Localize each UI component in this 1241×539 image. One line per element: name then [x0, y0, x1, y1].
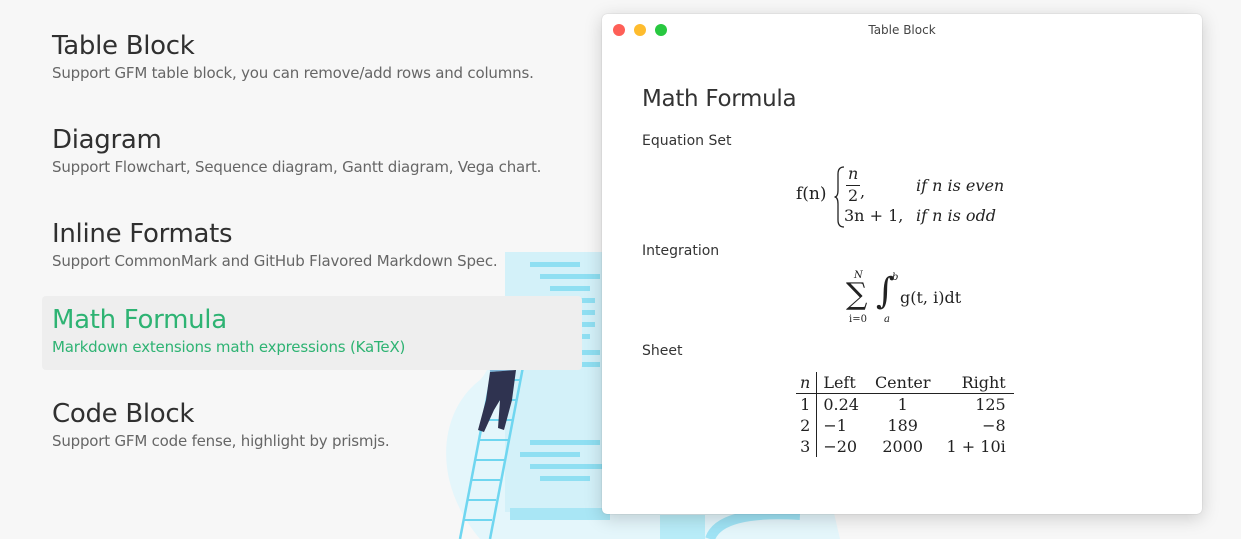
table-cell: 2000 — [882, 437, 924, 456]
integration-formula: N ∑ i=0 ∫ b a g(t, i)dt — [846, 270, 986, 336]
table-cell: 1 — [796, 393, 818, 415]
case1-numerator: n — [848, 164, 859, 183]
case2-condition: if n is odd — [916, 206, 997, 225]
feature-title: Table Block — [52, 31, 195, 61]
preview-window: Table Block Math Formula Equation Set f(… — [602, 14, 1202, 514]
feature-title: Diagram — [52, 125, 162, 155]
table-cell: 1 + 10i — [946, 437, 1006, 456]
sheet-label: Sheet — [642, 343, 683, 359]
table-cell: −20 — [823, 437, 858, 456]
table-row: 2 −1 189 −8 — [796, 415, 1014, 436]
feature-item-table-block[interactable]: Table Block Support GFM table block, you… — [42, 22, 582, 96]
equation-set-formula: f(n) n 2 , if n is even 3n + 1, if n is … — [796, 164, 1056, 228]
table-header-row: n Left Center Right — [796, 372, 1014, 394]
function-lhs: f(n) — [796, 184, 827, 204]
case2-expression: 3n + 1, — [844, 206, 904, 225]
feature-description: Support GFM code fense, highlight by pri… — [52, 432, 390, 450]
sum-lower-limit: i=0 — [849, 314, 867, 325]
table-row: 1 0.24 1 125 — [796, 393, 1014, 415]
feature-description: Support Flowchart, Sequence diagram, Gan… — [52, 158, 542, 176]
case1-condition: if n is even — [916, 176, 1005, 195]
feature-item-code-block[interactable]: Code Block Support GFM code fense, highl… — [42, 390, 582, 464]
table-cell: 2 — [796, 415, 818, 436]
table-row: 3 −20 2000 1 + 10i — [796, 436, 1014, 457]
column-header: Left — [816, 372, 867, 394]
feature-title: Code Block — [52, 399, 195, 429]
table-cell: −8 — [982, 416, 1006, 435]
table-cell: 125 — [975, 395, 1006, 414]
sheet-table: n Left Center Right 1 0.24 1 125 2 −1 18… — [796, 372, 1014, 457]
window-title: Table Block — [868, 23, 936, 37]
document-heading: Math Formula — [642, 86, 797, 112]
feature-item-math-formula[interactable]: Math Formula Markdown extensions math ex… — [42, 296, 582, 370]
column-header: n — [796, 372, 818, 394]
table-cell: 3 — [796, 436, 818, 457]
table-cell: 1 — [897, 395, 908, 414]
feature-description: Support GFM table block, you can remove/… — [52, 64, 534, 82]
feature-description: Markdown extensions math expressions (Ka… — [52, 338, 406, 356]
integration-label: Integration — [642, 243, 720, 259]
table-cell: 189 — [887, 416, 918, 435]
feature-item-diagram[interactable]: Diagram Support Flowchart, Sequence diag… — [42, 116, 582, 190]
table-cell: −1 — [823, 416, 847, 435]
table-cell: 0.24 — [823, 395, 859, 414]
integrand: g(t, i)dt — [900, 288, 962, 307]
summation-icon: ∑ — [846, 277, 868, 312]
case1-comma: , — [860, 182, 866, 201]
equation-set-label: Equation Set — [642, 133, 732, 149]
integral-lower-limit: a — [884, 314, 890, 325]
window-titlebar[interactable]: Table Block — [602, 14, 1202, 46]
column-header: Center — [866, 372, 939, 394]
case1-denominator: 2 — [848, 186, 859, 205]
integral-upper-limit: b — [892, 272, 899, 283]
column-header: Right — [938, 372, 1014, 394]
feature-title: Math Formula — [52, 305, 227, 335]
